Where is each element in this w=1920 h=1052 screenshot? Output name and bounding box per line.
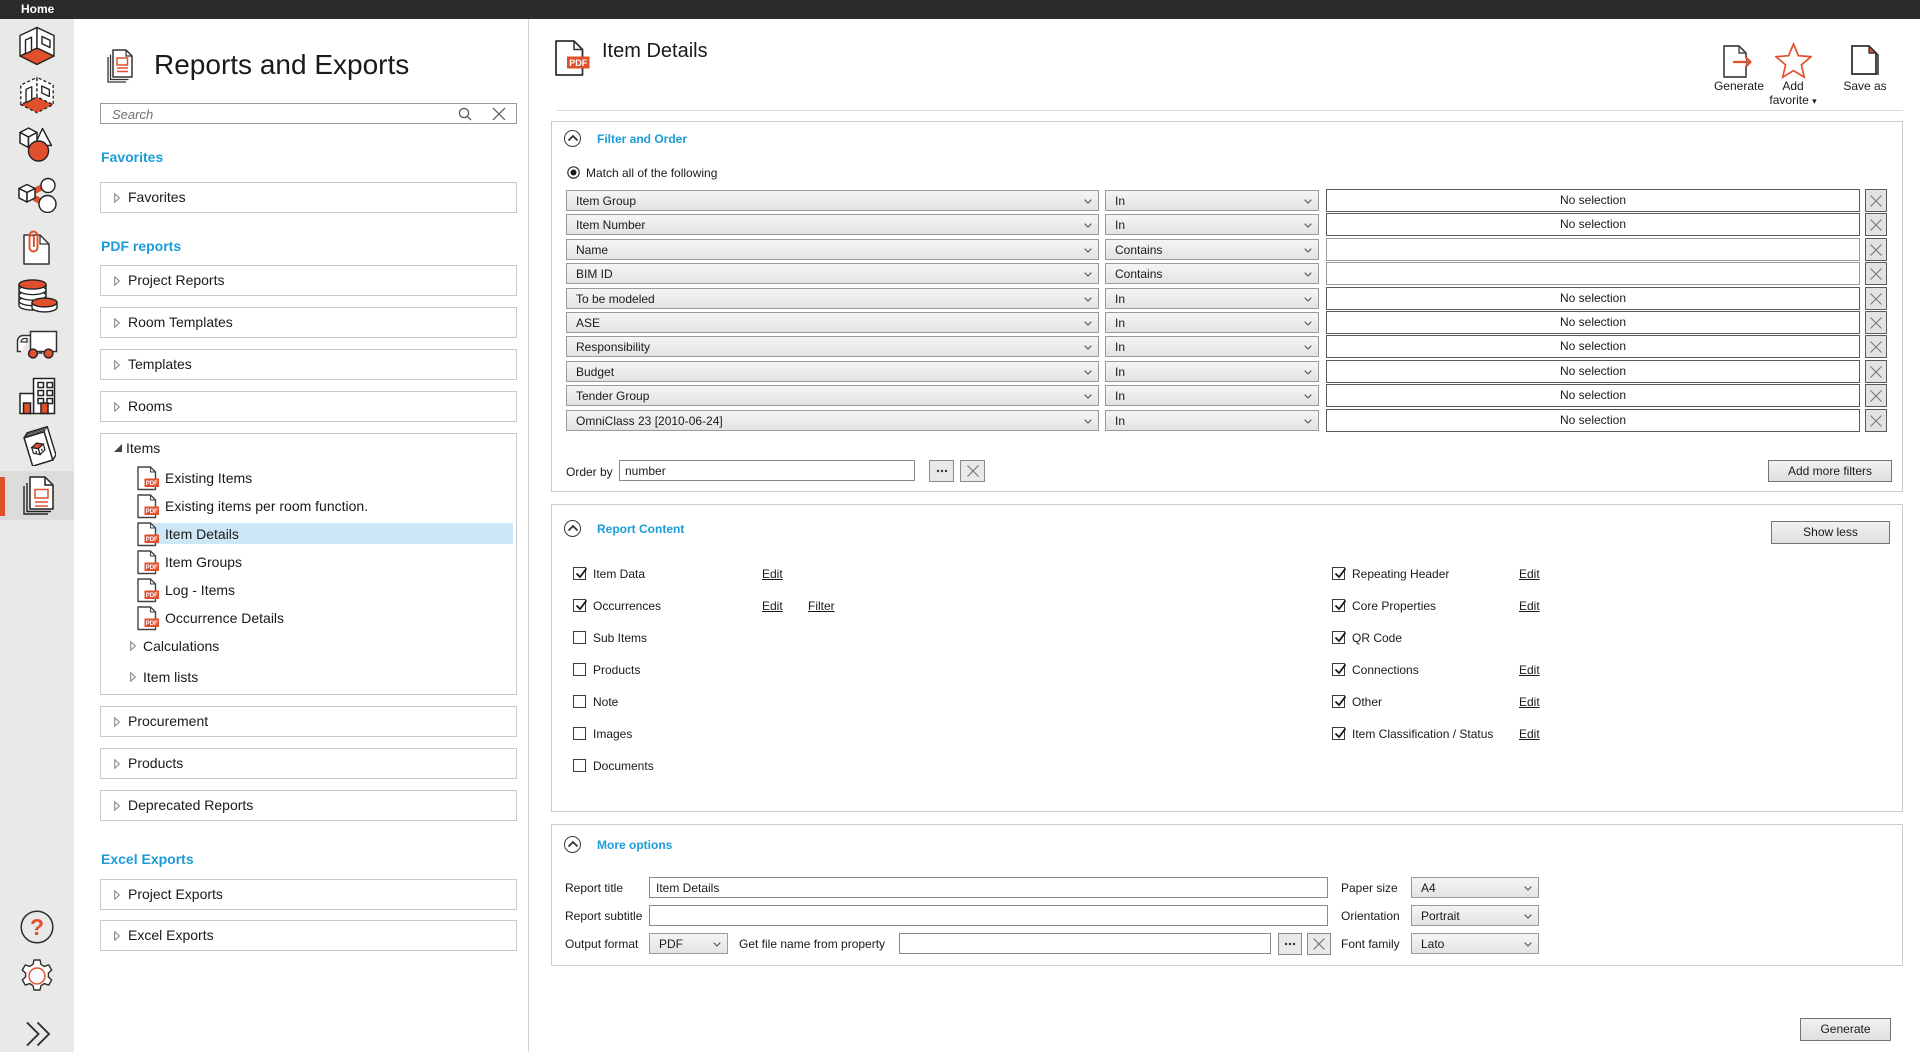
svg-text:PDF: PDF xyxy=(569,58,588,68)
svg-text:PDF: PDF xyxy=(146,509,158,515)
svg-text:PDF: PDF xyxy=(146,537,158,543)
svg-text:PDF: PDF xyxy=(146,621,158,627)
svg-text:PDF: PDF xyxy=(146,481,158,487)
svg-text:?: ? xyxy=(30,914,44,940)
svg-text:PDF: PDF xyxy=(146,565,158,571)
svg-text:PDF: PDF xyxy=(146,593,158,599)
